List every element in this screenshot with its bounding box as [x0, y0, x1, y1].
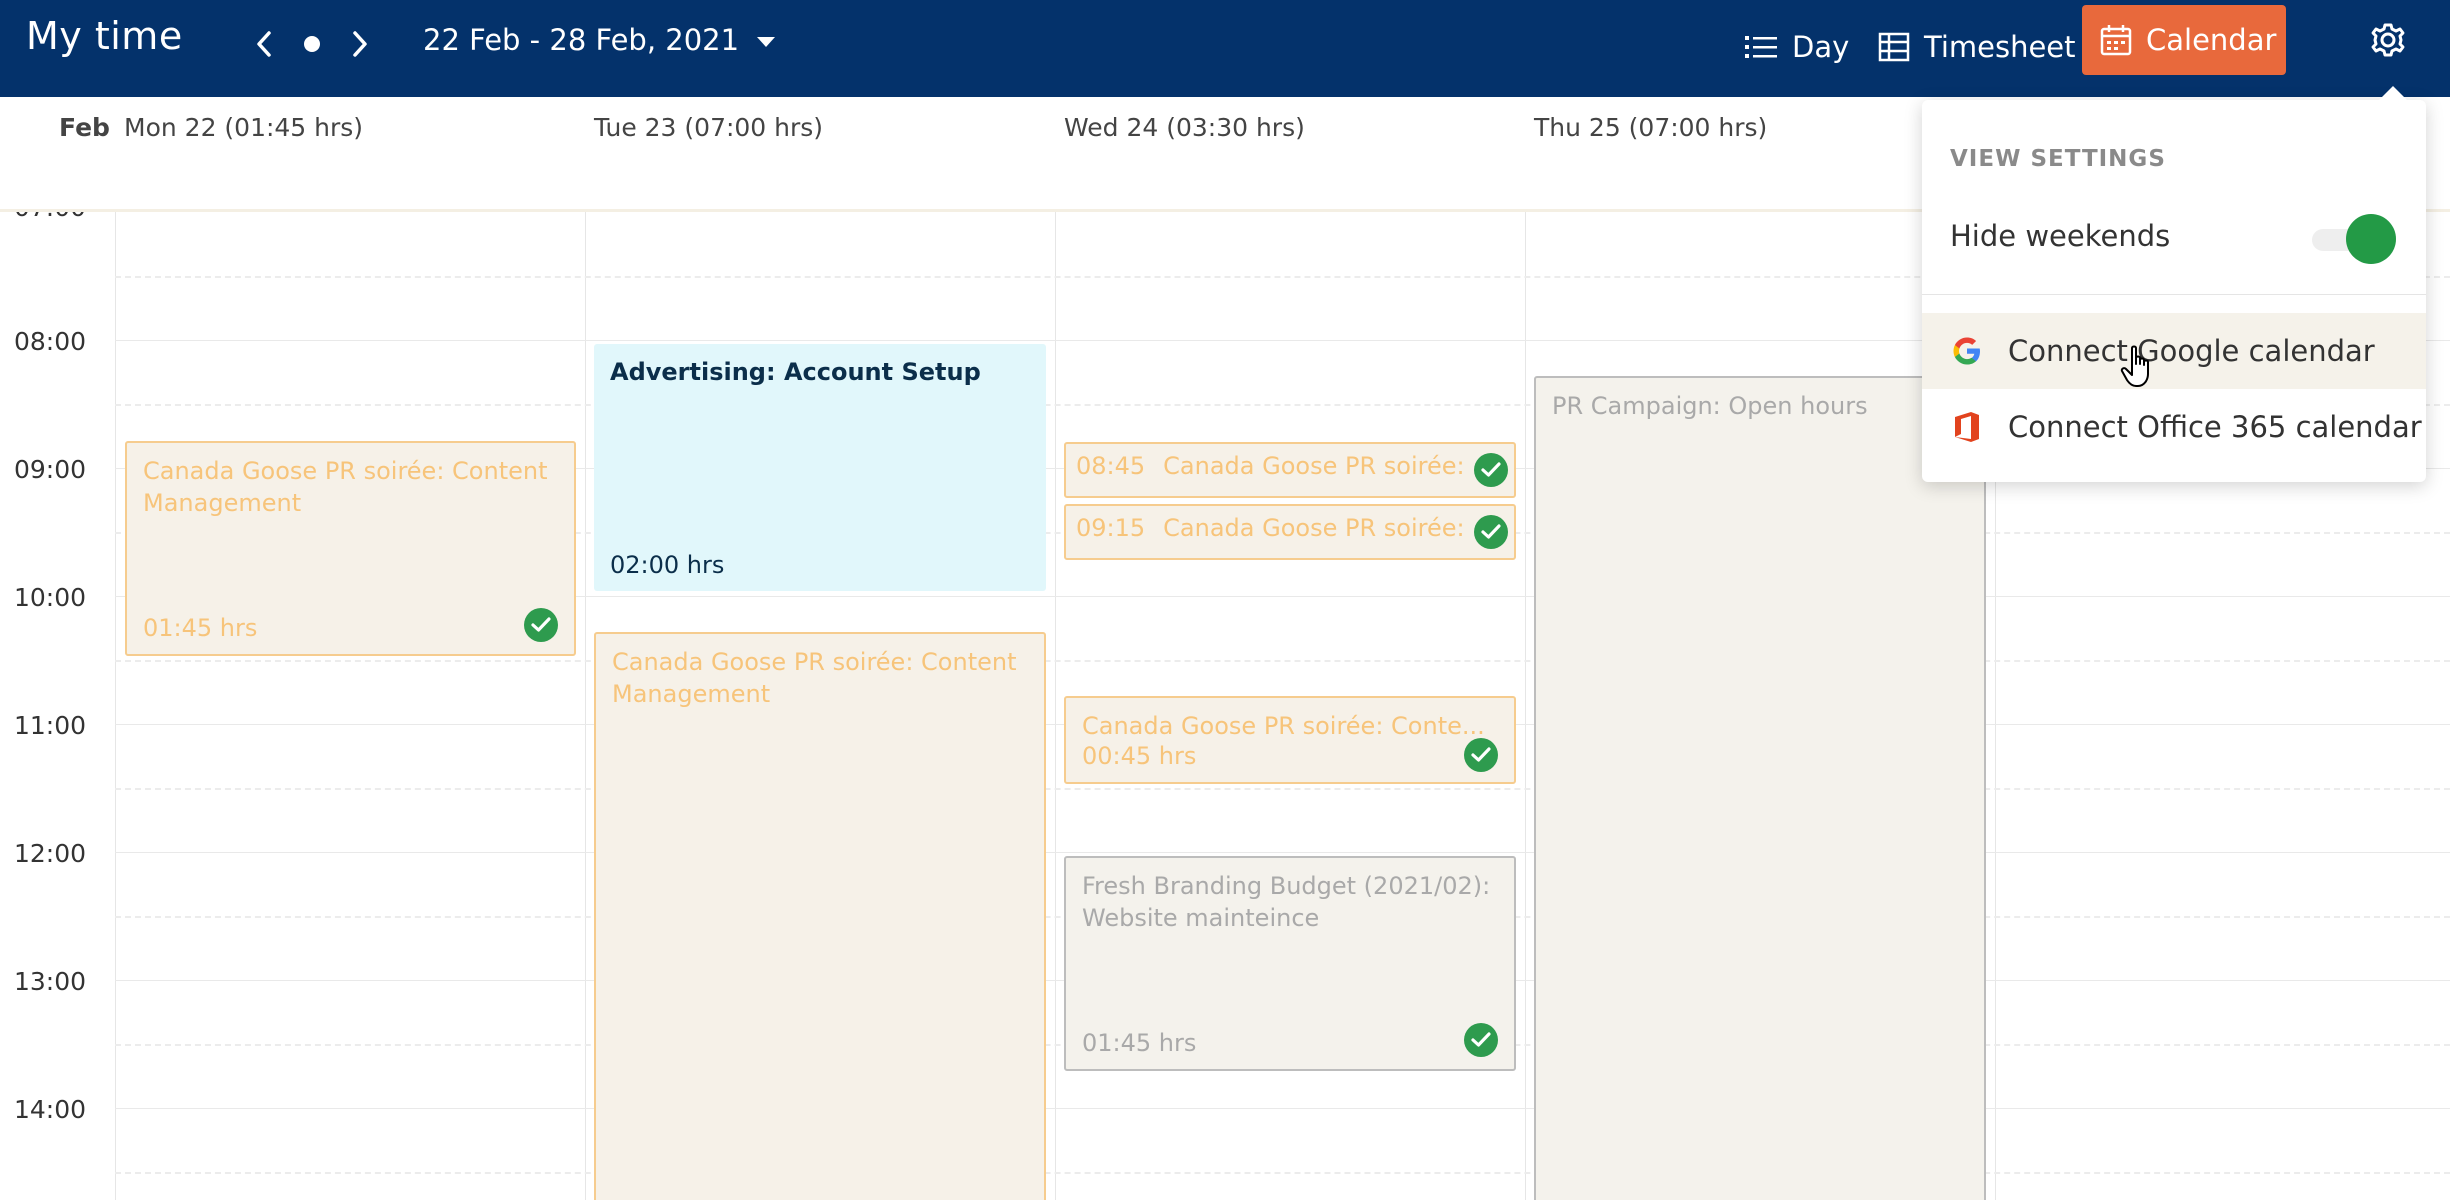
event-hours: 01:45 hrs — [143, 614, 258, 642]
month-label: Feb — [59, 113, 110, 142]
hide-weekends-label: Hide weekends — [1950, 219, 2171, 253]
chevron-left-icon — [257, 31, 271, 57]
event-line: 08:45 Canada Goose PR soirée: Content Man… — [1076, 452, 1464, 480]
event-hours: 02:00 hrs — [610, 551, 725, 579]
hour-label: 10:00 — [14, 583, 87, 612]
event-line: 09:15 Canada Goose PR soirée: Content Man… — [1076, 514, 1464, 542]
next-week-button[interactable] — [338, 22, 382, 66]
hour-line — [115, 852, 2450, 853]
column-divider — [1525, 212, 1526, 1200]
check-circle-icon — [1474, 515, 1508, 549]
event-title: Canada Goose PR soirée: Content Manageme… — [612, 648, 1017, 708]
list-icon — [1745, 36, 1777, 58]
view-settings-dropdown: VIEW SETTINGS Hide weekends Connect Goog… — [1922, 86, 2426, 482]
event-wed-0915[interactable]: 09:15 Canada Goose PR soirée: Content Man… — [1064, 504, 1516, 560]
column-divider — [115, 212, 116, 1200]
event-time: 09:15 — [1076, 514, 1146, 542]
view-settings-heading: VIEW SETTINGS — [1950, 146, 2166, 172]
check-circle-icon — [1474, 453, 1508, 487]
check-circle-icon — [1464, 738, 1498, 772]
event-title: Canada Goose PR soirée: Content Manageme… — [1163, 452, 1464, 480]
chevron-down-icon — [757, 37, 776, 47]
hour-label: 13:00 — [14, 967, 87, 996]
hour-label: 12:00 — [14, 839, 87, 868]
toggle-knob — [2346, 214, 2396, 264]
event-hours: 00:45 hrs — [1082, 742, 1197, 770]
event-mon-content-management[interactable]: Canada Goose PR soirée: Content Manageme… — [125, 441, 576, 656]
divider — [1922, 294, 2426, 295]
hour-label: 07:00 — [14, 212, 86, 222]
check-circle-icon — [524, 608, 558, 642]
hour-label: 11:00 — [14, 711, 87, 740]
table-icon — [1878, 32, 1910, 62]
event-title: Canada Goose PR soirée: Content Manageme… — [1163, 514, 1464, 542]
hide-weekends-toggle[interactable] — [2312, 214, 2396, 264]
check-circle-icon — [1464, 1023, 1498, 1057]
event-title: Fresh Branding Budget (2021/02): Website… — [1082, 872, 1491, 932]
top-bar: My time 22 Feb - 28 Feb, 2021 Day Timesh… — [0, 0, 2450, 97]
hour-label: 09:00 — [14, 455, 87, 484]
day-header-mon[interactable]: Mon 22 (01:45 hrs) — [124, 113, 363, 142]
date-range-picker[interactable]: 22 Feb - 28 Feb, 2021 — [423, 23, 776, 57]
event-time: 08:45 — [1076, 452, 1146, 480]
dropdown-arrow — [2379, 86, 2407, 100]
event-title: Canada Goose PR soirée: Content Manageme… — [143, 457, 548, 517]
gear-icon — [2371, 23, 2405, 57]
connect-office-label: Connect Office 365 calendar — [2008, 410, 2422, 444]
event-title: Advertising: Account Setup — [610, 358, 981, 386]
hour-label: 08:00 — [14, 327, 87, 356]
event-tue-content-management[interactable]: Canada Goose PR soirée: Content Manageme… — [594, 632, 1046, 1200]
connect-google-calendar[interactable]: Connect Google calendar — [1922, 313, 2426, 389]
half-hour-line — [115, 660, 2450, 662]
connect-office-calendar[interactable]: Connect Office 365 calendar — [1922, 389, 2426, 465]
chevron-right-icon — [353, 31, 367, 57]
timesheet-view-label: Timesheet — [1924, 30, 2076, 64]
connect-google-label: Connect Google calendar — [2008, 334, 2375, 368]
date-range-label: 22 Feb - 28 Feb, 2021 — [423, 23, 740, 57]
hour-label: 14:00 — [14, 1095, 87, 1124]
day-header-thu[interactable]: Thu 25 (07:00 hrs) — [1534, 113, 1767, 142]
google-icon — [1950, 334, 1984, 368]
today-button[interactable] — [290, 22, 334, 66]
hour-line — [115, 1108, 2450, 1109]
event-wed-0845[interactable]: 08:45 Canada Goose PR soirée: Content Man… — [1064, 442, 1516, 498]
day-view-label: Day — [1792, 30, 1850, 64]
half-hour-line — [115, 788, 2450, 790]
event-wed-content-management[interactable]: Canada Goose PR soirée: Conte... 00:45 h… — [1064, 696, 1516, 784]
settings-button[interactable] — [2366, 18, 2410, 62]
day-header-wed[interactable]: Wed 24 (03:30 hrs) — [1064, 113, 1305, 142]
timesheet-view-button[interactable]: Timesheet — [1878, 22, 2076, 72]
previous-week-button[interactable] — [242, 22, 286, 66]
half-hour-line — [115, 1172, 2450, 1174]
calendar-icon — [2100, 25, 2132, 56]
day-header-tue[interactable]: Tue 23 (07:00 hrs) — [594, 113, 823, 142]
column-divider — [585, 212, 586, 1200]
event-title: Canada Goose PR soirée: Conte... — [1082, 712, 1485, 740]
day-view-button[interactable]: Day — [1744, 22, 1849, 72]
event-hours: 01:45 hrs — [1082, 1029, 1197, 1057]
event-title: PR Campaign: Open hours — [1552, 392, 1868, 420]
hand-cursor-icon — [2120, 345, 2149, 387]
event-tue-advertising[interactable]: Advertising: Account Setup 02:00 hrs — [594, 344, 1046, 591]
event-thu-pr-campaign[interactable]: PR Campaign: Open hours — [1534, 376, 1986, 1200]
office-icon — [1950, 410, 1984, 444]
calendar-view-button[interactable]: Calendar — [2082, 5, 2286, 75]
event-wed-branding[interactable]: Fresh Branding Budget (2021/02): Website… — [1064, 856, 1516, 1071]
dot-icon — [304, 36, 320, 52]
calendar-view-label: Calendar — [2146, 23, 2277, 57]
column-divider — [1055, 212, 1056, 1200]
page-title: My time — [26, 14, 183, 58]
